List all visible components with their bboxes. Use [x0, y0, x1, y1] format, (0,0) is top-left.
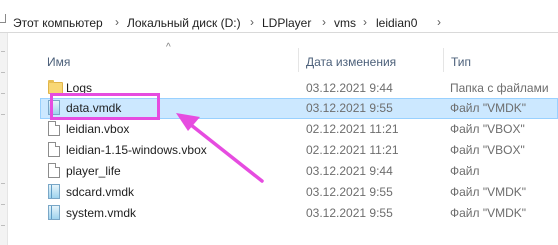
- annotation-arrow-icon: [176, 113, 264, 183]
